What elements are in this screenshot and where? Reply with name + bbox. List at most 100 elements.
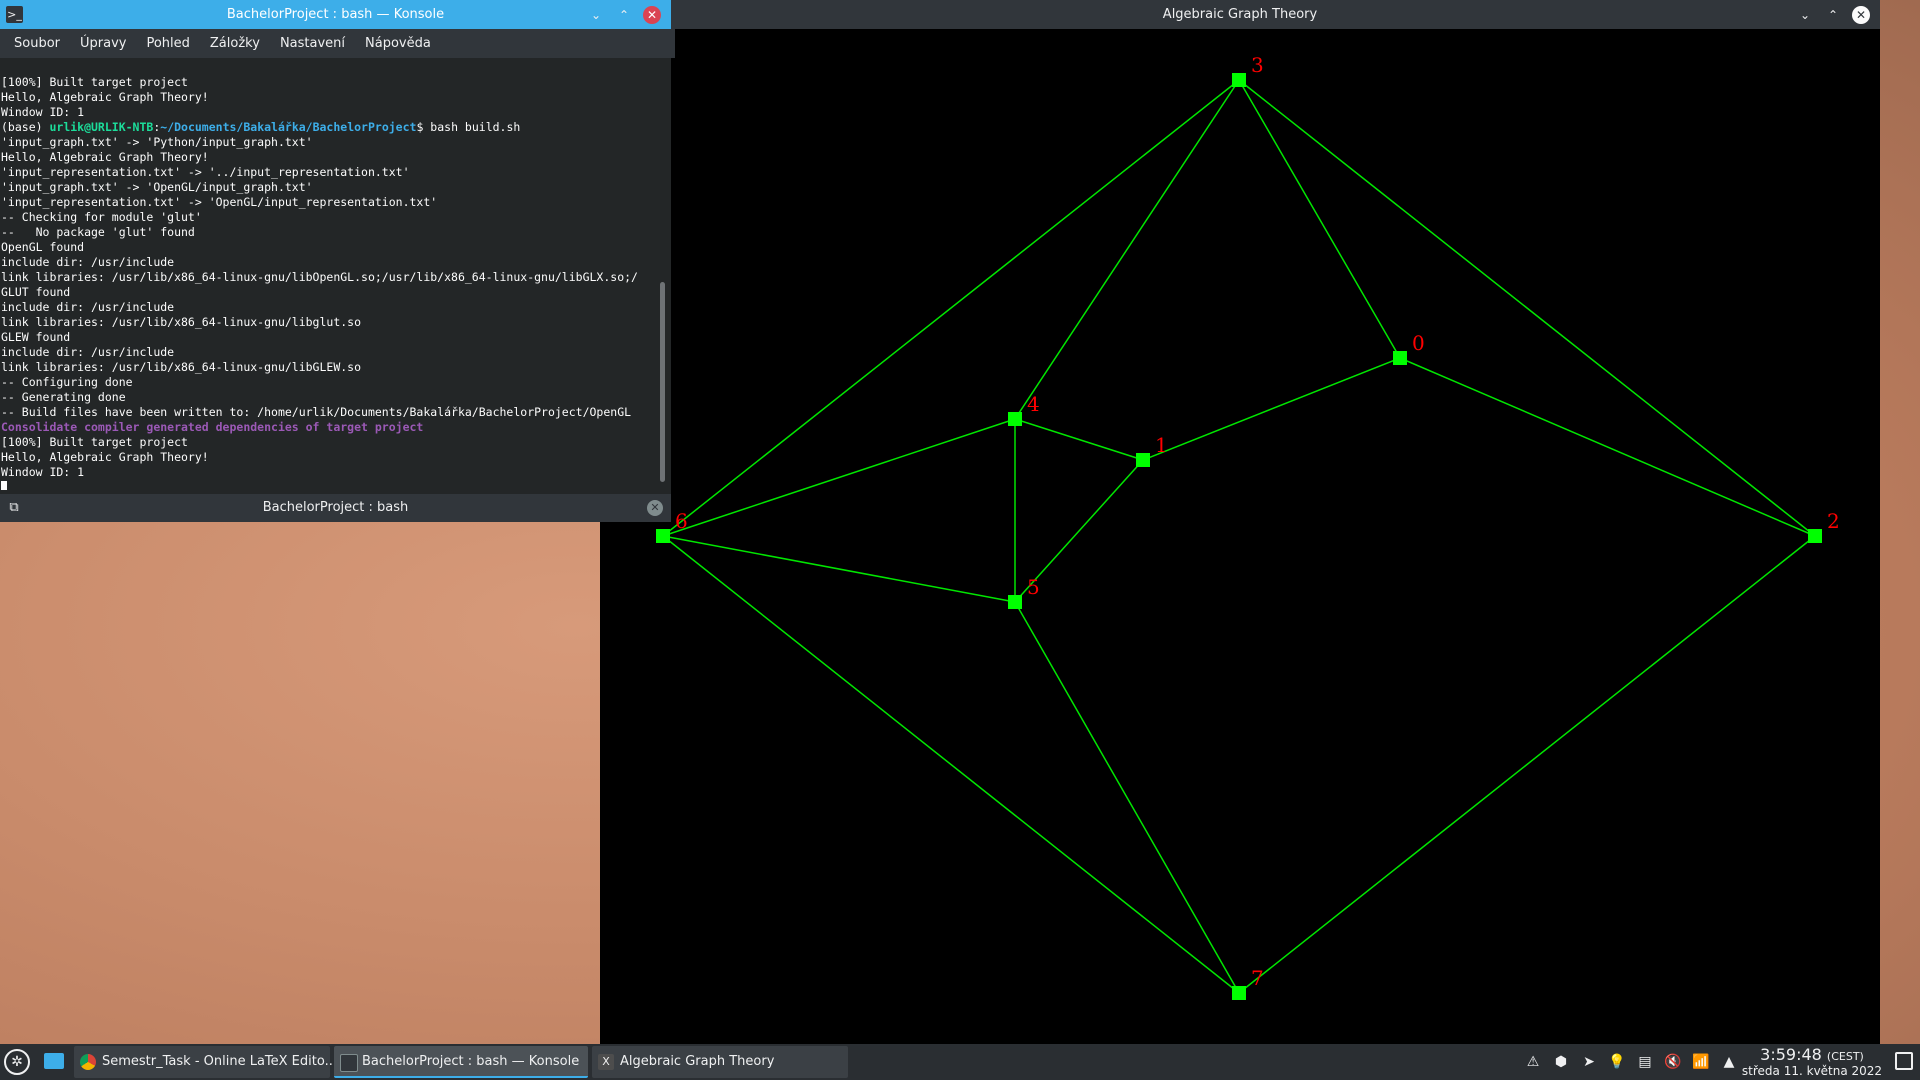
terminal-cursor — [1, 481, 7, 490]
graph-edges — [662, 79, 1816, 994]
x-window-icon: X — [598, 1054, 614, 1070]
terminal-line: Hello, Algebraic Graph Theory! — [1, 90, 209, 104]
terminal-line: [100%] Built target project — [1, 75, 188, 89]
terminal-line: link libraries: /usr/lib/x86_64-linux-gn… — [1, 360, 362, 374]
graph-node-label-5: 5 — [1027, 575, 1040, 599]
new-tab-icon[interactable]: ⧉ — [6, 500, 22, 516]
graph-node-2 — [1808, 529, 1822, 543]
graph-edge-4-1 — [1014, 418, 1144, 461]
graph-edge-5-7 — [1014, 601, 1240, 994]
telegram-icon[interactable]: ➤ — [1580, 1053, 1598, 1071]
system-tray: ⚠ ⬢ ➤ 💡 ▤ 🔇 📶 ▲ — [1524, 1044, 1738, 1080]
graph-node-5 — [1008, 595, 1022, 609]
folder-icon[interactable] — [44, 1053, 64, 1069]
terminal-line: Window ID: 1 — [1, 105, 85, 119]
prompt-path: ~/Documents/Bakalářka/BachelorProject — [160, 120, 417, 134]
task-konsole[interactable]: BachelorProject : bash — Konsole — [334, 1046, 588, 1078]
terminal-line: link libraries: /usr/lib/x86_64-linux-gn… — [1, 315, 362, 329]
app-launcher-icon[interactable]: ✲ — [4, 1049, 30, 1075]
tab-bash[interactable]: BachelorProject : bash — [263, 500, 409, 515]
graph-edge-2-7 — [1238, 535, 1816, 994]
menu-soubor[interactable]: Soubor — [4, 36, 70, 51]
graph-node-0 — [1393, 351, 1407, 365]
task-latex-editor[interactable]: Semestr_Task - Online LaTeX Edito... — [74, 1046, 337, 1078]
graph-window-titlebar[interactable]: Algebraic Graph Theory ⌄ ⌃ ✕ — [600, 0, 1880, 29]
menu-upravy[interactable]: Úpravy — [70, 36, 136, 51]
close-icon[interactable]: ✕ — [643, 5, 661, 24]
graph-edge-3-2 — [1238, 79, 1816, 537]
terminal-line: [100%] Built target project — [1, 435, 188, 449]
terminal-scrollbar[interactable] — [658, 60, 671, 490]
terminal-build-output: 'input_graph.txt' -> 'Python/input_graph… — [1, 135, 659, 420]
terminal-icon: >_ — [6, 6, 23, 23]
graph-node-3 — [1232, 73, 1246, 87]
terminal-line: GLUT found — [1, 285, 71, 299]
terminal-line: include dir: /usr/include — [1, 345, 175, 359]
graph-node-label-0: 0 — [1412, 331, 1425, 355]
menu-zalozky[interactable]: Záložky — [200, 36, 270, 51]
konsole-icon — [340, 1054, 358, 1072]
maximize-icon[interactable]: ⌃ — [615, 6, 633, 24]
graph-node-1 — [1136, 453, 1150, 467]
konsole-title: BachelorProject : bash — Konsole — [226, 7, 445, 22]
graph-node-label-4: 4 — [1027, 392, 1040, 416]
show-desktop-icon[interactable] — [1895, 1052, 1913, 1070]
terminal-line: -- No package 'glut' found — [1, 225, 195, 239]
wifi-icon[interactable]: 📶 — [1692, 1053, 1710, 1071]
minimize-icon[interactable]: ⌄ — [1796, 6, 1814, 24]
menu-napoveda[interactable]: Nápověda — [355, 36, 441, 51]
jetbrains-toolbox-icon[interactable]: ⬢ — [1552, 1053, 1570, 1071]
graph-node-label-3: 3 — [1251, 53, 1264, 77]
graph-node-label-2: 2 — [1827, 509, 1840, 533]
graph-nodes: 0 1 2 3 4 5 6 7 — [656, 53, 1840, 1000]
task-algebraic-graph-theory[interactable]: X Algebraic Graph Theory — [592, 1046, 848, 1078]
terminal-line: Hello, Algebraic Graph Theory! — [1, 450, 209, 464]
close-icon[interactable]: ✕ — [1852, 5, 1870, 24]
terminal-lines-before: [100%] Built target project Hello, Algebr… — [1, 75, 659, 120]
konsole-menubar: Soubor Úpravy Pohled Záložky Nastavení N… — [0, 29, 675, 58]
terminal-line: -- Checking for module 'glut' — [1, 210, 202, 224]
minimize-icon[interactable]: ⌄ — [587, 6, 605, 24]
graph-node-label-1: 1 — [1155, 433, 1168, 457]
graph-edge-3-0 — [1238, 79, 1401, 359]
clipboard-icon[interactable]: ▤ — [1636, 1053, 1654, 1071]
clock-timezone: (CEST) — [1826, 1050, 1864, 1063]
clock-time: 3:59:48 — [1760, 1045, 1822, 1064]
lightbulb-icon[interactable]: 💡 — [1608, 1053, 1626, 1071]
taskbar: ✲ Semestr_Task - Online LaTeX Edito... B… — [0, 1044, 1920, 1080]
terminal-line: -- Generating done — [1, 390, 126, 404]
terminal-line: link libraries: /usr/lib/x86_64-linux-gn… — [1, 270, 638, 284]
graph-window[interactable]: Algebraic Graph Theory ⌄ ⌃ ✕ 0 1 2 3 4 5 6 7 — [600, 0, 1880, 1044]
terminal-line: -- Configuring done — [1, 375, 133, 389]
graph-window-title: Algebraic Graph Theory — [1162, 7, 1318, 22]
konsole-tabbar: ⧉ BachelorProject : bash ✕ — [0, 494, 671, 522]
prompt-user: urlik@URLIK-NTB — [49, 120, 154, 134]
menu-pohled[interactable]: Pohled — [136, 36, 199, 51]
terminal-line: 'input_graph.txt' -> 'Python/input_graph… — [1, 135, 313, 149]
maximize-icon[interactable]: ⌃ — [1824, 6, 1842, 24]
tab-close-icon[interactable]: ✕ — [647, 500, 663, 516]
konsole-titlebar[interactable]: >_ BachelorProject : bash — Konsole ⌄ ⌃ … — [0, 0, 671, 29]
terminal-output[interactable]: [100%] Built target project Hello, Algebr… — [0, 60, 659, 490]
graph-edge-3-6 — [662, 79, 1240, 537]
menu-nastaveni[interactable]: Nastavení — [270, 36, 355, 51]
terminal-line: 'input_representation.txt' -> 'OpenGL/in… — [1, 195, 438, 209]
graph-canvas: 0 1 2 3 4 5 6 7 — [600, 29, 1880, 1044]
terminal-line: Window ID: 1 — [1, 465, 85, 479]
graph-edge-0-1 — [1142, 357, 1401, 461]
clock-date: středa 11. května 2022 — [1741, 1064, 1883, 1078]
terminal-purple-line: Consolidate compiler generated dependenc… — [1, 420, 424, 434]
graph-edge-6-7 — [662, 535, 1240, 994]
scrollbar-thumb[interactable] — [660, 282, 665, 482]
volume-muted-icon[interactable]: 🔇 — [1664, 1053, 1682, 1071]
clock[interactable]: 3:59:48 (CEST) středa 11. května 2022 — [1732, 1045, 1892, 1078]
graph-edge-0-2 — [1399, 357, 1816, 537]
graph-node-4 — [1008, 412, 1022, 426]
terminal-lines-after: [100%] Built target project Hello, Algebr… — [1, 435, 659, 480]
notifications-icon[interactable]: ⚠ — [1524, 1053, 1542, 1071]
terminal-line: GLEW found — [1, 330, 71, 344]
terminal-line: 'input_graph.txt' -> 'OpenGL/input_graph… — [1, 180, 313, 194]
konsole-window[interactable]: >_ BachelorProject : bash — Konsole ⌄ ⌃ … — [0, 0, 675, 522]
terminal-line: 'input_representation.txt' -> '../input_… — [1, 165, 410, 179]
prompt-command: $ bash build.sh — [416, 120, 521, 134]
